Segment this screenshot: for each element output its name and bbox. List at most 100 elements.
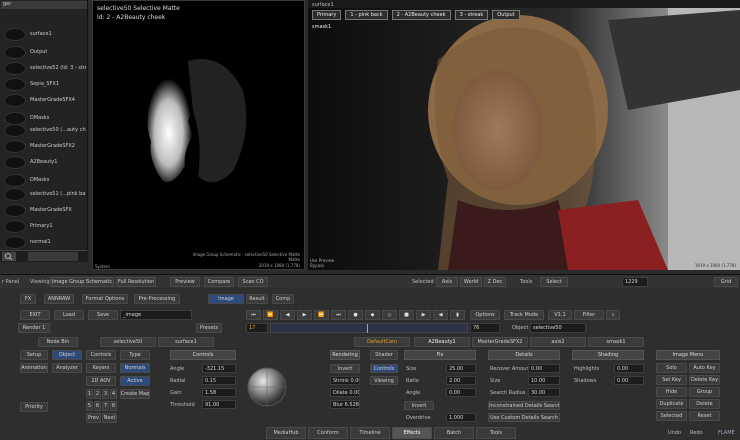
unconstrained-button[interactable]: Unconstrained Details Search <box>488 401 560 410</box>
schematic-node[interactable]: Output <box>4 44 86 60</box>
search-icon[interactable]: ⌕ <box>606 310 620 320</box>
node-tab-selective50[interactable]: selective50 <box>100 337 156 347</box>
schematic-node[interactable]: selective52 (Id: 3 - stre <box>4 60 86 76</box>
schematic-node[interactable]: MasterGradeSFX4 <box>4 92 86 108</box>
transport-button[interactable]: ⏭ <box>331 310 346 320</box>
result-button[interactable]: Result <box>246 294 268 304</box>
options-button[interactable]: Options <box>470 310 500 320</box>
dilate-field[interactable]: Dilate 0.000 <box>330 388 360 397</box>
render-select[interactable]: Render 1 <box>18 323 50 333</box>
frame-start-field[interactable]: 17 <box>246 323 268 333</box>
transport-button[interactable]: ◇ <box>382 310 397 320</box>
2d-aov-button[interactable]: 2D AOV <box>86 376 116 386</box>
image-menu-button[interactable]: Delete Key <box>689 375 720 385</box>
create-map-button[interactable]: Create Map <box>120 389 150 399</box>
track-mode-button[interactable]: Track Mode <box>504 310 544 320</box>
schematic-node[interactable]: surface1 <box>4 26 86 42</box>
transport-button[interactable]: ▶ <box>297 310 312 320</box>
schematic-node[interactable]: A2Beauty1 <box>4 154 86 170</box>
aov-number-button[interactable]: Next <box>102 413 117 423</box>
transport-button[interactable]: ● <box>348 310 363 320</box>
transport-button[interactable]: ◀ <box>280 310 295 320</box>
node-tab-defaultcam[interactable]: DefaultCam <box>354 337 410 347</box>
shrink-field[interactable]: Shrink 0.000 <box>330 376 360 385</box>
world-button[interactable]: World <box>460 277 482 287</box>
node-tab-surface1[interactable]: surface1 <box>158 337 214 347</box>
object-field[interactable]: selective50 <box>530 323 586 333</box>
node-bin-button[interactable]: Node Bin <box>38 337 78 347</box>
scan-co-button[interactable]: Scan CO <box>238 277 268 287</box>
highlights-field[interactable]: 0.00 <box>614 364 644 373</box>
main-viewer[interactable]: surface1 Primary 1 - pink back 2 - A2Beaut… <box>308 0 740 270</box>
aov-number-button[interactable]: 6 <box>94 401 101 411</box>
resolution-select[interactable]: Full Resolution <box>116 277 156 287</box>
schematic-panel[interactable]: ger surface1 Output selective52 (Id: 3 - s… <box>0 0 88 262</box>
invert2-button[interactable]: Invert <box>404 401 434 410</box>
image-menu-button[interactable]: Duplicate <box>656 399 687 409</box>
panel-search-field[interactable] <box>28 252 78 261</box>
load-button[interactable]: Load <box>54 310 84 320</box>
normals-button[interactable]: Normals <box>120 363 150 373</box>
transport-button[interactable]: ◆ <box>365 310 380 320</box>
schematic-node[interactable]: normal1 <box>4 234 86 250</box>
image-menu-button[interactable]: Solo <box>656 363 687 373</box>
threshold-field[interactable]: 91.00 <box>202 400 236 409</box>
aov-number-button[interactable]: 1 <box>86 389 93 399</box>
node-tab-a2beauty1[interactable]: A2Beauty1 <box>414 337 470 347</box>
aov-number-button[interactable]: 5 <box>86 401 93 411</box>
schematic-node[interactable]: MasterGradeSFX <box>4 202 86 218</box>
preview-button[interactable]: Preview <box>170 277 200 287</box>
z-dec-button[interactable]: Z Dec <box>484 277 506 287</box>
image-menu-button[interactable]: Hide <box>656 387 687 397</box>
pre-processing-button[interactable]: Pre-Processing <box>134 294 180 304</box>
app-tab[interactable]: Batch <box>434 427 474 439</box>
name-field[interactable]: _image <box>120 310 192 320</box>
gain-field[interactable]: 1.58 <box>202 388 236 397</box>
presets-button[interactable]: Presets <box>196 323 222 333</box>
aov-number-button[interactable]: 4 <box>110 389 117 399</box>
aov-number-button[interactable]: 3 <box>102 389 109 399</box>
transport-button[interactable]: ◀ <box>433 310 448 320</box>
node-tab-smask1[interactable]: smask1 <box>588 337 644 347</box>
analyzer-button[interactable]: Analyzer <box>52 363 82 373</box>
schematic-node[interactable]: Primary1 <box>4 218 86 234</box>
version-button[interactable]: V1.1 <box>548 310 572 320</box>
setup-button[interactable]: Setup <box>20 350 48 360</box>
zoom-field[interactable]: 1229 <box>622 277 648 287</box>
keyers-button[interactable]: Keyers <box>86 363 116 373</box>
shadows-field[interactable]: 0.00 <box>614 376 644 385</box>
radial-field[interactable]: 0.15 <box>202 376 236 385</box>
blur-field[interactable]: Blur 6.528 <box>330 400 360 409</box>
comp-button[interactable]: Comp <box>272 294 294 304</box>
active-button[interactable]: Active <box>120 376 150 386</box>
select-tool[interactable]: Select <box>540 277 568 287</box>
size-field[interactable]: 25.00 <box>446 364 476 373</box>
custom-search-button[interactable]: Use Custom Details Search <box>488 413 560 422</box>
aov-number-button[interactable]: Prev <box>86 413 101 423</box>
image-menu-button[interactable]: Selected <box>656 411 687 421</box>
frame-end-field[interactable]: 76 <box>470 323 500 333</box>
invert-button[interactable]: Invert <box>330 364 360 373</box>
image-button[interactable]: Image <box>208 294 244 304</box>
overdrive-field[interactable]: 1.000 <box>446 413 476 422</box>
viewer-tab[interactable]: Primary <box>312 10 342 20</box>
transport-button[interactable]: ⏩ <box>314 310 329 320</box>
matte-viewer[interactable]: selective50 Selective Matte Id: 2 - A2Be… <box>92 0 305 270</box>
panel-menu[interactable]: r Panel <box>2 279 19 285</box>
size2-field[interactable]: 10.00 <box>528 376 560 385</box>
image-menu-button[interactable]: Set Key <box>656 375 687 385</box>
angle-field[interactable]: -321.15 <box>202 364 236 373</box>
controls-button[interactable]: Controls <box>370 364 398 373</box>
undo-button[interactable]: Undo <box>668 430 681 436</box>
timeline-bar[interactable] <box>270 323 468 333</box>
redo-button[interactable]: Redo <box>690 430 703 436</box>
app-tab[interactable]: Tools <box>476 427 516 439</box>
schematic-node[interactable]: MasterGradeSFX2 <box>4 138 86 154</box>
aov-number-button[interactable]: 8 <box>110 401 117 411</box>
image-menu-button[interactable]: Reset <box>689 411 720 421</box>
controls-tab[interactable]: Controls <box>86 350 116 360</box>
view-mode-select[interactable]: Image Group Schematic <box>50 277 114 287</box>
viewer-tab[interactable]: Output <box>492 10 520 20</box>
annraw-button[interactable]: ANNRAW <box>44 294 74 304</box>
aov-number-button[interactable]: 7 <box>102 401 109 411</box>
